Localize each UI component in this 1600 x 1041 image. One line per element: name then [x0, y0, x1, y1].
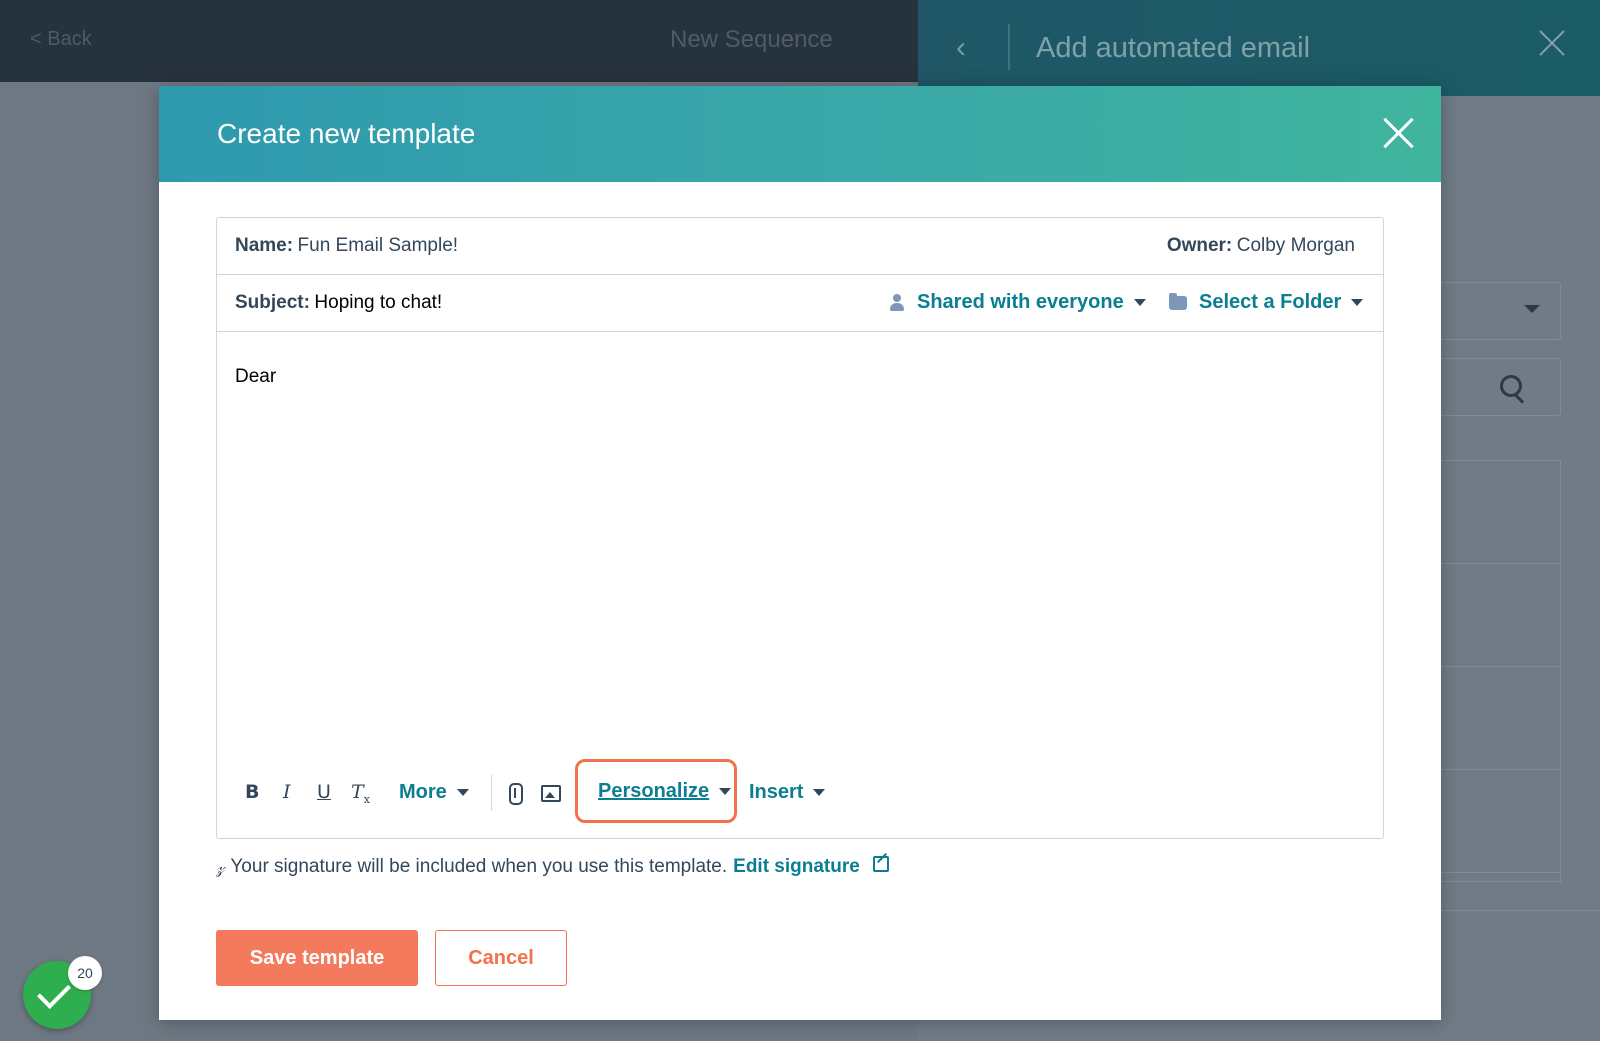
insert-dropdown[interactable]: Insert — [749, 781, 826, 804]
clear-format-label: T — [351, 781, 364, 803]
list-item[interactable] — [1440, 564, 1560, 667]
person-icon — [889, 293, 905, 312]
owner-field: Owner: Colby Morgan — [1167, 235, 1355, 257]
more-dropdown[interactable]: More — [399, 781, 469, 804]
search-icon — [1500, 375, 1522, 397]
modal-title: Create new template — [217, 118, 476, 149]
modal-header: Create new template — [159, 86, 1441, 182]
insert-label: Insert — [749, 781, 804, 803]
italic-button[interactable]: I — [283, 781, 291, 803]
folder-icon — [1169, 292, 1187, 310]
caret-down-icon — [813, 789, 826, 796]
subject-value[interactable]: Hoping to chat! — [314, 292, 442, 313]
create-template-modal: Create new template Name: Fun Email Samp… — [159, 86, 1441, 1020]
task-count-badge: 20 — [68, 956, 102, 990]
underline-button[interactable]: U — [317, 781, 331, 803]
save-template-button[interactable]: Save template — [216, 930, 418, 986]
name-field[interactable]: Name: Fun Email Sample! — [235, 235, 458, 257]
caret-down-icon — [1351, 299, 1364, 306]
header-divider — [1008, 24, 1010, 70]
personalize-dropdown[interactable]: Personalize — [598, 780, 732, 803]
toolbar-divider — [491, 775, 492, 811]
back-link[interactable]: < Back — [30, 28, 92, 51]
sharing-label: Shared with everyone — [917, 291, 1124, 313]
caret-down-icon — [719, 788, 732, 795]
caret-down-icon — [1524, 305, 1540, 313]
subject-label: Subject: — [235, 292, 310, 313]
email-body-editor[interactable]: Dear — [235, 366, 1355, 746]
close-icon[interactable] — [1534, 26, 1570, 62]
side-panel-dropdown[interactable] — [1440, 282, 1561, 340]
side-panel-list — [1440, 460, 1561, 882]
signature-text: Your signature will be included when you… — [230, 856, 728, 877]
name-row: Name: Fun Email Sample! Owner: Colby Mor… — [217, 218, 1383, 275]
close-icon[interactable] — [1381, 116, 1415, 150]
caret-down-icon — [1133, 299, 1146, 306]
side-panel-title: Add automated email — [1036, 32, 1311, 64]
side-panel-search[interactable] — [1440, 358, 1561, 416]
name-value[interactable]: Fun Email Sample! — [298, 235, 459, 256]
personalize-highlight: Personalize — [575, 759, 737, 823]
template-editor: Name: Fun Email Sample! Owner: Colby Mor… — [216, 217, 1384, 839]
folder-dropdown[interactable]: Select a Folder — [1169, 291, 1364, 314]
owner-label: Owner: — [1166, 235, 1233, 256]
list-item[interactable] — [1440, 461, 1560, 564]
subject-row: Subject: Hoping to chat! Shared with eve… — [217, 275, 1383, 332]
chevron-left-icon[interactable]: ‹ — [956, 30, 966, 66]
subject-field[interactable]: Subject: Hoping to chat! — [235, 292, 442, 314]
edit-signature-link[interactable]: Edit signature — [733, 856, 890, 878]
signature-icon: 𝓏 — [216, 856, 225, 878]
caret-down-icon — [456, 789, 469, 796]
folder-label: Select a Folder — [1199, 291, 1342, 313]
clear-format-sub: x — [363, 792, 370, 806]
external-link-icon — [873, 856, 890, 872]
list-item[interactable] — [1440, 667, 1560, 770]
app-topbar: < Back New Sequence — [0, 0, 918, 82]
checkmark-icon — [37, 975, 71, 1009]
formatting-toolbar: B I U Tx More Personalize Insert — [235, 759, 1365, 823]
page-title: New Sequence — [670, 26, 833, 53]
edit-signature-label: Edit signature — [733, 856, 860, 877]
sharing-dropdown[interactable]: Shared with everyone — [889, 291, 1146, 314]
side-panel-header: ‹ Add automated email — [918, 0, 1600, 96]
more-label: More — [399, 781, 447, 803]
signature-notice: 𝓏 Your signature will be included when y… — [216, 856, 890, 878]
cancel-button[interactable]: Cancel — [435, 930, 567, 986]
name-label: Name: — [235, 235, 294, 256]
clear-format-button[interactable]: Tx — [351, 781, 370, 806]
personalize-label: Personalize — [598, 780, 710, 802]
list-item[interactable] — [1440, 770, 1560, 873]
bold-button[interactable]: B — [245, 781, 259, 803]
owner-value: Colby Morgan — [1236, 235, 1355, 256]
image-icon[interactable] — [541, 785, 561, 802]
link-icon[interactable] — [509, 783, 523, 805]
